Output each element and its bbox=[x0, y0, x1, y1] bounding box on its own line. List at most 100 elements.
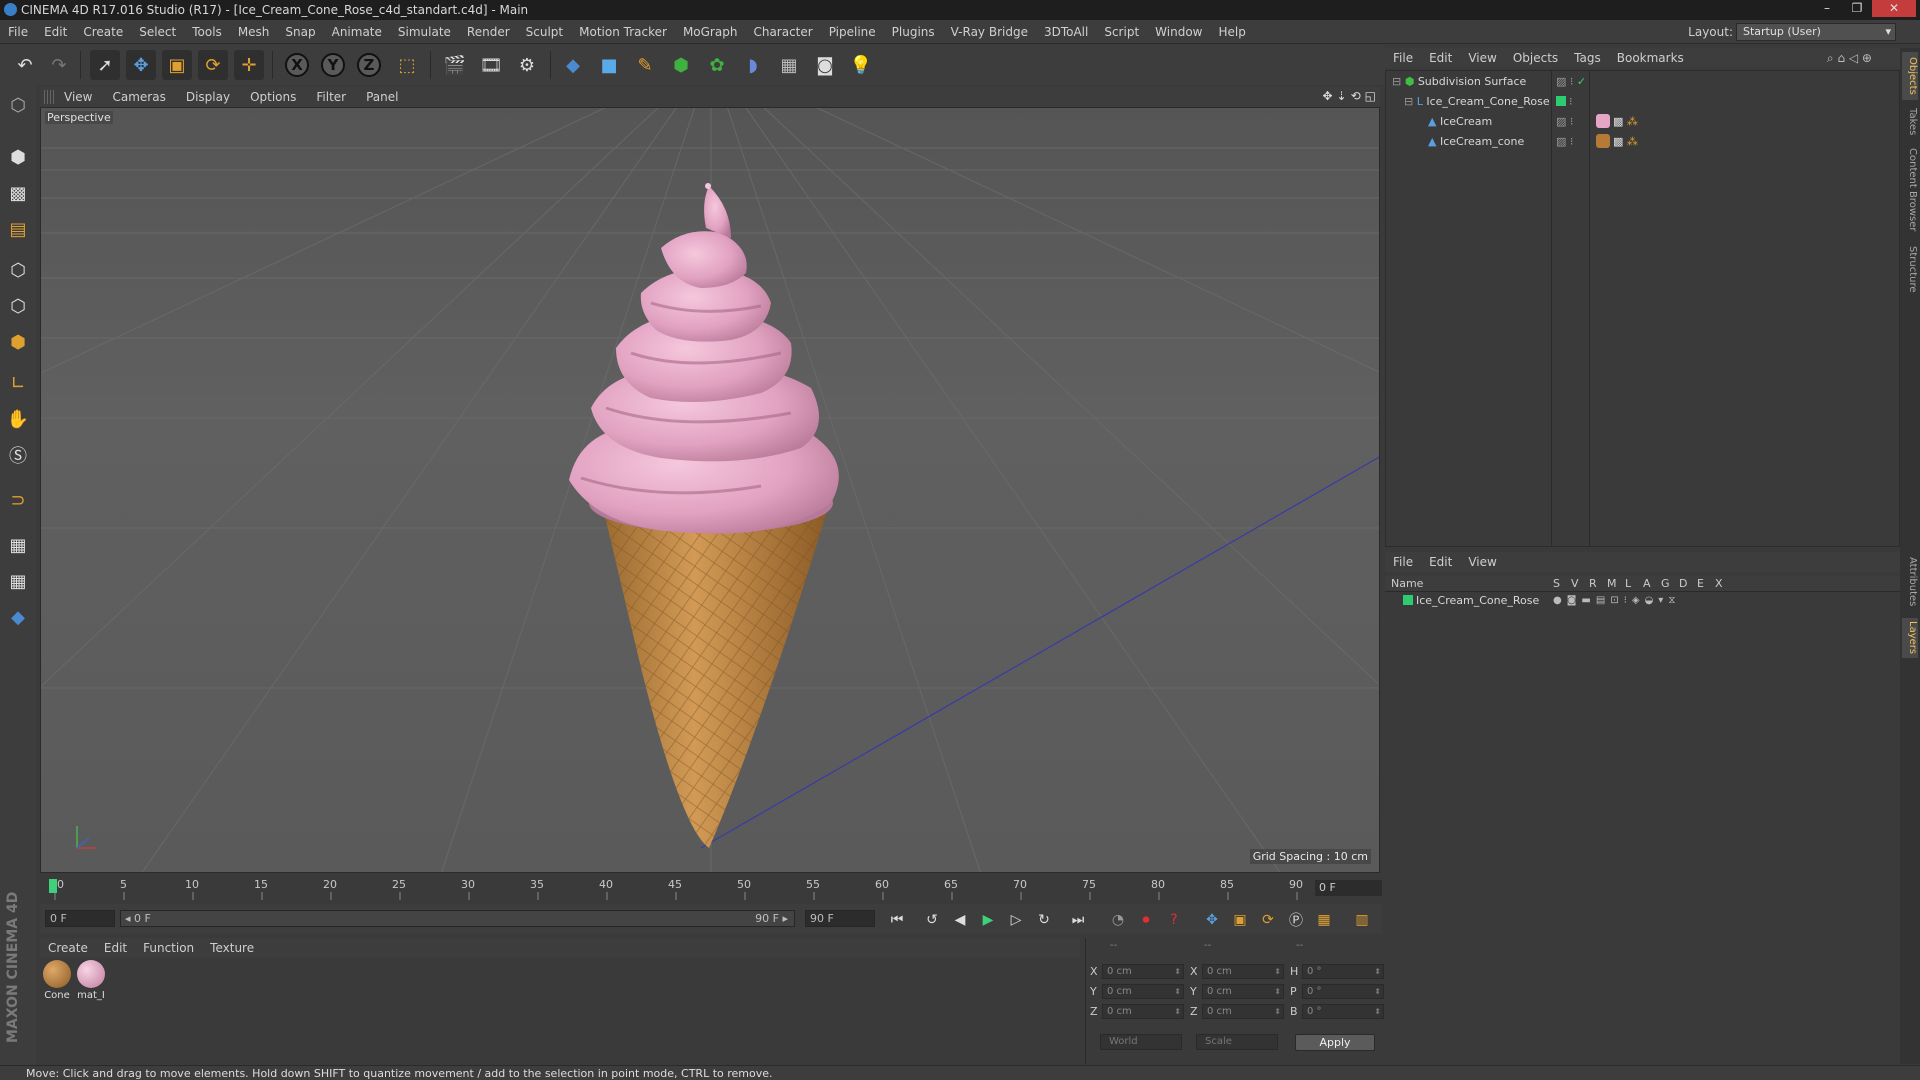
record-pla-icon[interactable]: ▦ bbox=[1312, 908, 1336, 932]
frame-display-field[interactable]: 0 F bbox=[1315, 880, 1382, 896]
play-icon[interactable]: ▶ bbox=[976, 908, 1000, 932]
material-tag-icon[interactable] bbox=[1596, 134, 1610, 148]
workplane-icon[interactable]: ▤ bbox=[3, 214, 33, 244]
object-menu-bookmarks[interactable]: Bookmarks bbox=[1609, 51, 1692, 65]
pan-icon[interactable]: ✥ bbox=[1322, 89, 1332, 103]
recent-tools-icon[interactable]: ✛ bbox=[234, 50, 264, 80]
object-menu-tags[interactable]: Tags bbox=[1566, 51, 1609, 65]
object-row[interactable]: ▲ IceCream ▨ ⁝ ▩ ⁂ bbox=[1386, 113, 1899, 131]
axis-mode-icon[interactable]: ∟ bbox=[3, 368, 33, 398]
python-icon[interactable]: ◆ bbox=[558, 50, 588, 80]
col-name[interactable]: Name bbox=[1391, 576, 1423, 592]
timeline-window-icon[interactable]: ▥ bbox=[1350, 908, 1374, 932]
snap-icon[interactable]: Ⓢ bbox=[3, 440, 33, 470]
tab-takes[interactable]: Takes bbox=[1902, 104, 1918, 140]
record-scale-icon[interactable]: ▣ bbox=[1228, 908, 1252, 932]
rotation-b-field[interactable]: 0 ° bbox=[1302, 1004, 1384, 1019]
keyframe-selection-icon[interactable]: ◔ bbox=[1106, 908, 1130, 932]
viewport-menu-panel[interactable]: Panel bbox=[356, 90, 408, 104]
layer-menu-view[interactable]: View bbox=[1460, 555, 1504, 569]
layer-menu-edit[interactable]: Edit bbox=[1421, 555, 1460, 569]
coordinate-mode-dropdown[interactable]: Scale bbox=[1196, 1034, 1278, 1050]
viewport-menu-view[interactable]: View bbox=[54, 90, 102, 104]
menu-edit[interactable]: Edit bbox=[36, 25, 75, 39]
render-view-icon[interactable]: 🎬 bbox=[440, 50, 470, 80]
floor-grid-icon[interactable]: ▦ bbox=[774, 50, 804, 80]
go-to-end-icon[interactable]: ⏭ bbox=[1066, 908, 1090, 932]
material-menu-create[interactable]: Create bbox=[40, 941, 96, 955]
size-y-field[interactable]: 0 cm bbox=[1202, 984, 1284, 999]
position-y-field[interactable]: 0 cm bbox=[1102, 984, 1184, 999]
previous-key-icon[interactable]: ↺ bbox=[920, 908, 944, 932]
z-axis-lock-icon[interactable]: Z bbox=[354, 50, 384, 80]
x-axis-lock-icon[interactable]: X bbox=[282, 50, 312, 80]
rotation-p-field[interactable]: 0 ° bbox=[1302, 984, 1384, 999]
menu-file[interactable]: File bbox=[0, 25, 36, 39]
size-z-field[interactable]: 0 cm bbox=[1202, 1004, 1284, 1019]
col-animation[interactable]: A bbox=[1643, 576, 1651, 592]
layer-menu-file[interactable]: File bbox=[1385, 555, 1421, 569]
3d-viewport[interactable]: Perspective Grid Spacing : 10 cm bbox=[40, 107, 1380, 873]
menu-motion-tracker[interactable]: Motion Tracker bbox=[571, 25, 675, 39]
record-position-icon[interactable]: ✥ bbox=[1200, 908, 1224, 932]
object-row[interactable]: ⊟ ⬢ Subdivision Surface ▨ ⁝ ✓ bbox=[1386, 73, 1899, 91]
menu-snap[interactable]: Snap bbox=[277, 25, 323, 39]
menu-sculpt[interactable]: Sculpt bbox=[518, 25, 571, 39]
record-icon[interactable]: ⏺ bbox=[1134, 908, 1158, 932]
camera-label[interactable]: Perspective bbox=[45, 111, 113, 124]
frame-range-slider[interactable]: ◂ 0 F 90 F ▸ bbox=[120, 910, 795, 927]
menu-pipeline[interactable]: Pipeline bbox=[821, 25, 884, 39]
close-button[interactable]: ✕ bbox=[1872, 0, 1916, 17]
cube-icon[interactable]: ■ bbox=[594, 50, 624, 80]
polygons-mode-icon[interactable]: ⬢ bbox=[3, 327, 33, 357]
col-manager[interactable]: M bbox=[1607, 576, 1617, 592]
enabled-check-icon[interactable]: ✓ bbox=[1577, 75, 1586, 88]
col-render[interactable]: R bbox=[1589, 576, 1597, 592]
material-menu-texture[interactable]: Texture bbox=[202, 941, 262, 955]
uvw-tag-icon[interactable]: ▩ bbox=[1613, 115, 1623, 128]
tab-objects[interactable]: Objects bbox=[1902, 52, 1918, 100]
material-menu-edit[interactable]: Edit bbox=[96, 941, 135, 955]
end-frame-field[interactable]: 90 F bbox=[805, 910, 875, 927]
phong-tag-icon[interactable]: ⁂ bbox=[1627, 135, 1638, 148]
col-expressions[interactable]: E bbox=[1697, 576, 1704, 592]
position-x-field[interactable]: 0 cm bbox=[1102, 964, 1184, 979]
orbit-icon[interactable]: ⟲ bbox=[1351, 89, 1361, 103]
menu-animate[interactable]: Animate bbox=[324, 25, 390, 39]
viewport-menu-options[interactable]: Options bbox=[240, 90, 306, 104]
record-parameter-icon[interactable]: Ⓟ bbox=[1284, 908, 1308, 932]
layout-dropdown[interactable]: Startup (User) bbox=[1736, 23, 1896, 41]
menu-simulate[interactable]: Simulate bbox=[390, 25, 459, 39]
redo-icon[interactable]: ↷ bbox=[44, 50, 74, 80]
layer-color-icon[interactable] bbox=[1556, 96, 1566, 106]
light-icon[interactable]: 💡 bbox=[846, 50, 876, 80]
menu-render[interactable]: Render bbox=[459, 25, 518, 39]
uvw-tag-icon[interactable]: ▩ bbox=[1613, 135, 1623, 148]
model-mode-icon[interactable]: ⬢ bbox=[3, 142, 33, 172]
autokey-icon[interactable]: ? bbox=[1162, 908, 1186, 932]
tab-attributes[interactable]: Attributes bbox=[1902, 552, 1918, 612]
tab-structure[interactable]: Structure bbox=[1902, 242, 1918, 296]
object-row[interactable]: ⊟ Ⅼ Ice_Cream_Cone_Rose ⁝ bbox=[1386, 93, 1899, 111]
toggle-view-icon[interactable]: ◱ bbox=[1365, 89, 1376, 103]
tab-content-browser[interactable]: Content Browser bbox=[1902, 144, 1918, 236]
viewport-menu-filter[interactable]: Filter bbox=[306, 90, 356, 104]
subdivision-icon[interactable]: ⬢ bbox=[666, 50, 696, 80]
layer-row[interactable]: Ice_Cream_Cone_Rose ●◙▬▤⊡⁝◈◒▾⧖ bbox=[1385, 592, 1898, 610]
workplane-lock-icon[interactable]: ▦ bbox=[3, 530, 33, 560]
maximize-button[interactable]: ❐ bbox=[1842, 0, 1872, 17]
next-key-icon[interactable]: ↻ bbox=[1032, 908, 1056, 932]
cloner-icon[interactable]: ✿ bbox=[702, 50, 732, 80]
material-menu-function[interactable]: Function bbox=[135, 941, 202, 955]
material-tag-icon[interactable] bbox=[1596, 114, 1610, 128]
panel-grip-icon[interactable] bbox=[44, 90, 54, 104]
search-icon[interactable]: ⌕ ⌂ ◁ ⊕ bbox=[1827, 51, 1872, 66]
col-generators[interactable]: G bbox=[1661, 576, 1670, 592]
move-icon[interactable]: ✥ bbox=[126, 50, 156, 80]
undo-icon[interactable]: ↶ bbox=[10, 50, 40, 80]
record-rotation-icon[interactable]: ⟳ bbox=[1256, 908, 1280, 932]
material-cone[interactable]: Cone bbox=[42, 960, 72, 1001]
phong-tag-icon[interactable]: ⁂ bbox=[1627, 115, 1638, 128]
edges-mode-icon[interactable]: ⬡ bbox=[3, 291, 33, 321]
menu-window[interactable]: Window bbox=[1147, 25, 1210, 39]
